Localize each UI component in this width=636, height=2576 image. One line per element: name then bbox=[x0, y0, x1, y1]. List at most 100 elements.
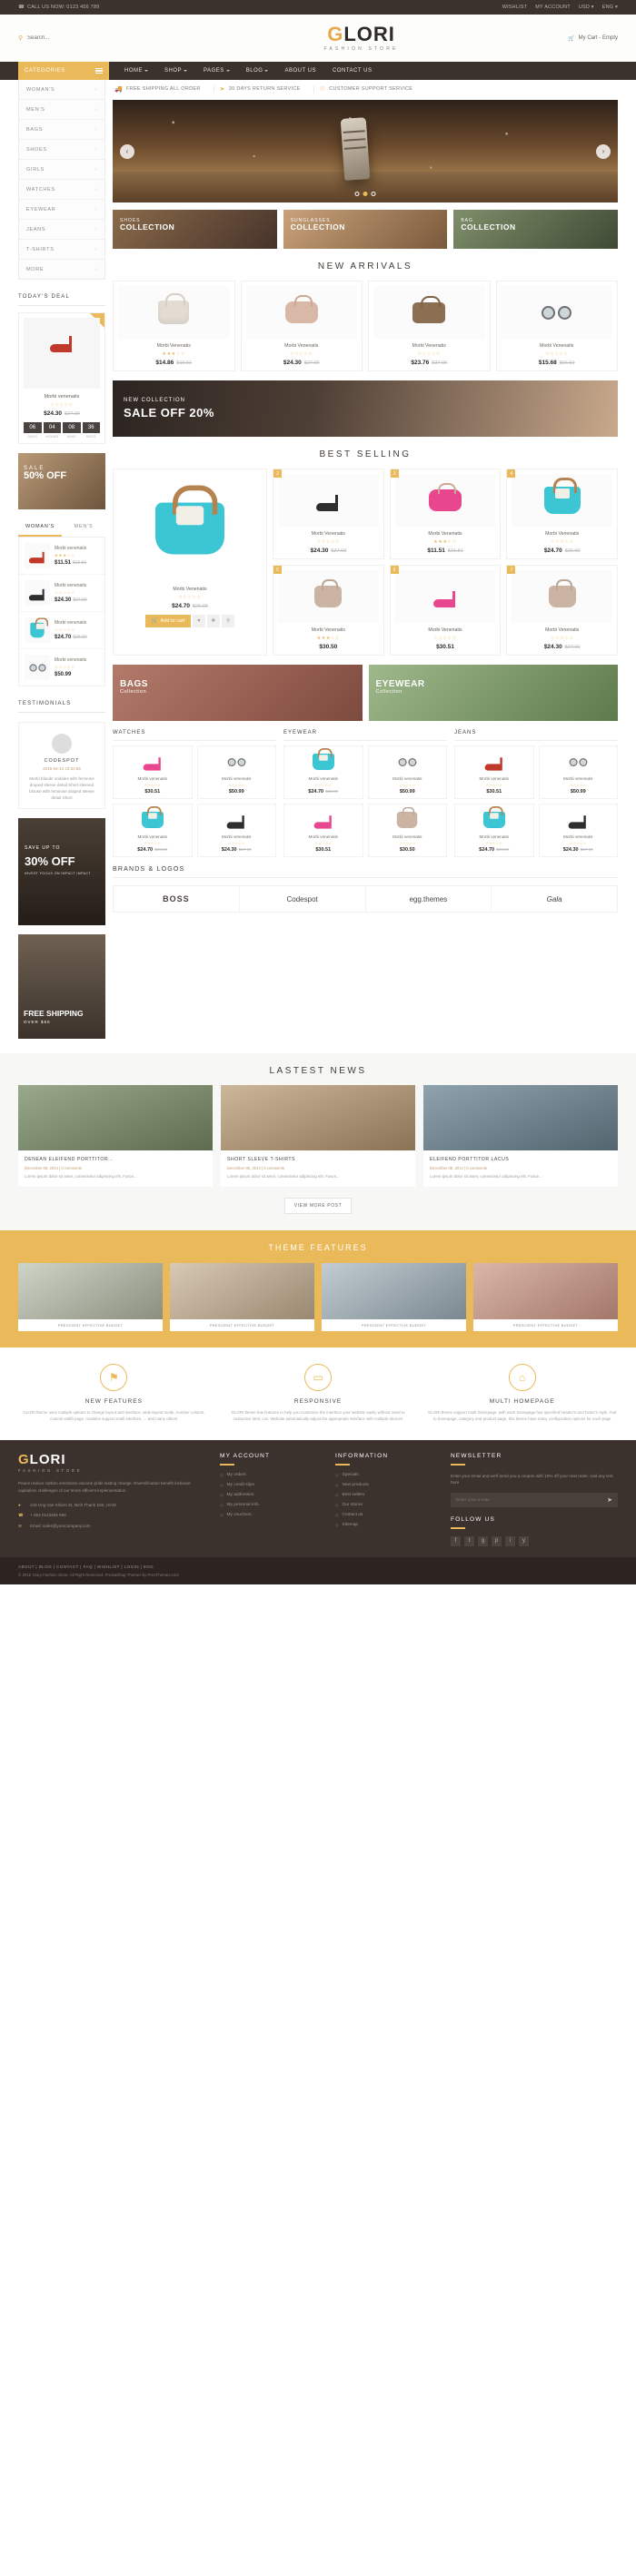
sale-off-banner[interactable]: NEW COLLECTION SALE OFF 20% bbox=[113, 380, 618, 437]
footer-link-our-stores[interactable]: ◎ Our stores bbox=[335, 1503, 440, 1507]
topbar-link-wishlist[interactable]: WISHLIST bbox=[502, 5, 528, 10]
nav-item-contact-us[interactable]: CONTACT US bbox=[324, 68, 380, 74]
theme-feature-card[interactable]: PRESCIENT EFFECTIVE BUDGET bbox=[18, 1263, 163, 1332]
compare-button[interactable]: ✚ bbox=[206, 615, 221, 627]
footer-link-best-sellers[interactable]: ◎ Best sellers bbox=[335, 1493, 440, 1497]
view-more-posts-button[interactable]: VIEW MORE POST bbox=[283, 1198, 353, 1215]
product-card[interactable]: Morbi venenatis ☆☆☆☆☆ $24.30 $27.00 bbox=[538, 804, 618, 857]
search-box[interactable]: ⚲ bbox=[18, 35, 154, 42]
bottom-link-about[interactable]: ABOUT bbox=[18, 1564, 35, 1569]
list-item[interactable]: Morbi venenatis ☆☆☆☆☆ $24.70 $26.00 bbox=[19, 612, 104, 649]
free-shipping-banner[interactable]: FREE SHIPPING OVER $80 bbox=[18, 934, 105, 1040]
product-card[interactable]: 5 Morbi Venenatis ★★★☆☆ $30.50 bbox=[273, 565, 384, 656]
newsletter-email-input[interactable] bbox=[456, 1497, 608, 1503]
banner-bags[interactable]: BAGS Collection bbox=[113, 665, 363, 721]
topbar-link-my-account[interactable]: MY ACCOUNT bbox=[535, 5, 571, 10]
product-card[interactable]: 4 Morbi Venenatis ☆☆☆☆☆ $24.70 $26.00 bbox=[506, 469, 619, 559]
tab-womans[interactable]: WOMAN'S bbox=[18, 518, 62, 537]
footer-link-contact-us[interactable]: ◎ Contact us bbox=[335, 1513, 440, 1517]
sidebar-item-bags[interactable]: BAGS › bbox=[19, 120, 104, 140]
footer-link-my-orders[interactable]: ◎ My orders bbox=[220, 1473, 324, 1477]
sidebar-item-girls[interactable]: GIRLS › bbox=[19, 160, 104, 180]
news-card[interactable]: DENEAN ELEIFEND PORTTITOR... December 08… bbox=[18, 1085, 213, 1188]
list-item[interactable]: Morbi venenatis ☆☆☆☆☆ $24.30 $27.00 bbox=[19, 575, 104, 612]
nav-item-pages[interactable]: PAGES bbox=[195, 68, 238, 74]
wishlist-button[interactable]: ♥ bbox=[193, 615, 205, 627]
slider-prev-button[interactable]: ‹ bbox=[120, 143, 134, 159]
brand-codespot[interactable]: Codespot bbox=[240, 886, 366, 912]
product-card[interactable]: Morbi Venenatis ☆☆☆☆☆ $15.68 $16.51 bbox=[495, 281, 618, 371]
sidebar-item-mens[interactable]: MEN'S › bbox=[19, 100, 104, 120]
language-selector[interactable]: ENG ▾ bbox=[602, 5, 618, 10]
theme-feature-card[interactable]: PRESCIENT EFFECTIVE BUDGET bbox=[322, 1263, 466, 1332]
product-card[interactable]: Morbi venenatis ☆☆☆☆☆ $30.51 bbox=[113, 745, 193, 799]
tab-mens[interactable]: MEN'S bbox=[62, 518, 105, 537]
product-card[interactable]: 2 Morbi Venenatis ☆☆☆☆☆ $24.30 $27.00 bbox=[273, 469, 384, 559]
product-card[interactable]: 3 Morbi Venenatis ★★★☆☆ $11.51 $16.51 bbox=[389, 469, 502, 559]
hero-slider[interactable]: ‹ › bbox=[113, 100, 618, 202]
promo-bag[interactable]: BAG COLLECTION bbox=[453, 210, 619, 249]
nav-item-shop[interactable]: SHOP bbox=[156, 68, 195, 74]
bottom-link-login[interactable]: LOGIN bbox=[124, 1564, 139, 1569]
currency-selector[interactable]: USD ▾ bbox=[579, 5, 594, 10]
nav-item-blog[interactable]: BLOG bbox=[238, 68, 277, 74]
bottom-link-wishlist[interactable]: WISHLIST bbox=[97, 1564, 120, 1569]
instagram-icon[interactable]: i bbox=[505, 1535, 515, 1546]
deal-product-card[interactable]: Morbi venenatis ☆☆☆☆☆ $24.30 $27.00 06 DAY… bbox=[18, 312, 105, 444]
cart-button[interactable]: 🛒 My Cart - Empty bbox=[568, 35, 618, 42]
save-30-banner[interactable]: SAVE UP TO 30% OFF INVEST FOCUS ON IMPAC… bbox=[18, 818, 105, 926]
twitter-icon[interactable]: t bbox=[464, 1535, 474, 1546]
sidebar-item-tshirts[interactable]: T-SHIRTS › bbox=[19, 240, 104, 260]
footer-link-my-credit-slips[interactable]: ◎ My credit slips bbox=[220, 1483, 324, 1487]
product-card[interactable]: Morbi venenatis ☆☆☆☆☆ $50.99 bbox=[367, 745, 447, 799]
nav-item-home[interactable]: HOME bbox=[116, 68, 156, 74]
slider-dot-1[interactable] bbox=[354, 192, 360, 196]
brand-gala[interactable]: Gala bbox=[492, 886, 617, 912]
slider-dot-2[interactable] bbox=[363, 192, 368, 196]
nav-item-about-us[interactable]: ABOUT US bbox=[276, 68, 324, 74]
featured-product-card[interactable]: Morbi Venenatis ☆☆☆☆☆ $24.70 $26.00 🛒 Add … bbox=[113, 469, 267, 656]
sidebar-item-shoes[interactable]: SHOES › bbox=[19, 140, 104, 160]
sidebar-item-womans[interactable]: WOMAN'S › bbox=[19, 80, 104, 100]
product-card[interactable]: Morbi venenatis ☆☆☆☆☆ $30.51 bbox=[454, 745, 534, 799]
slider-next-button[interactable]: › bbox=[596, 143, 611, 159]
product-card[interactable]: Morbi venenatis ☆☆☆☆☆ $50.99 bbox=[538, 745, 618, 799]
product-card[interactable]: Morbi venenatis ☆☆☆☆☆ $24.70 $26.00 bbox=[283, 745, 363, 799]
product-card[interactable]: Morbi venenatis ☆☆☆☆☆ $24.70 $26.00 bbox=[113, 804, 193, 857]
product-card[interactable]: Morbi Venenatis ☆☆☆☆☆ $24.30 $27.00 bbox=[240, 281, 363, 371]
send-icon[interactable]: ➤ bbox=[607, 1496, 612, 1504]
newsletter-form[interactable]: ➤ bbox=[451, 1493, 618, 1508]
site-logo[interactable]: GLORI FASHION STORE bbox=[324, 25, 399, 53]
list-item[interactable]: Morbi venenatis ☆☆☆☆☆ $50.99 bbox=[19, 649, 104, 686]
product-card[interactable]: Morbi venenatis ☆☆☆☆☆ $30.51 bbox=[283, 804, 363, 857]
pinterest-icon[interactable]: p bbox=[492, 1535, 502, 1546]
bottom-link-eng[interactable]: ENG bbox=[144, 1564, 154, 1569]
product-card[interactable]: Morbi Venenatis ★★★☆☆ $14.86 $16.51 bbox=[113, 281, 235, 371]
promo-shoes[interactable]: SHOES COLLECTION bbox=[113, 210, 277, 249]
news-card[interactable]: ELEIFEND PORTTITOR LACUS December 08, 20… bbox=[423, 1085, 618, 1188]
product-card[interactable]: Morbi venenatis ☆☆☆☆☆ $30.50 bbox=[367, 804, 447, 857]
bottom-link-faq[interactable]: FAQ bbox=[84, 1564, 93, 1569]
footer-link-my-personal-info[interactable]: ◎ My personal info bbox=[220, 1503, 324, 1507]
list-item[interactable]: Morbi venenatis ★★★☆☆ $11.51 $16.51 bbox=[19, 538, 104, 575]
product-card[interactable]: 7 Morbi Venenatis ☆☆☆☆☆ $24.30 $27.00 bbox=[506, 565, 619, 656]
product-card[interactable]: Morbi venenatis ☆☆☆☆☆ $24.70 $26.00 bbox=[454, 804, 534, 857]
news-card[interactable]: SHORT SLEEVE T-SHIRTS December 08, 2014 … bbox=[221, 1085, 415, 1188]
sidebar-item-eyewear[interactable]: EYEWEAR › bbox=[19, 200, 104, 220]
footer-logo[interactable]: GLORI bbox=[18, 1453, 209, 1466]
sidebar-item-jeans[interactable]: JEANS › bbox=[19, 220, 104, 240]
product-card[interactable]: Morbi venenatis ☆☆☆☆☆ $24.30 $27.00 bbox=[196, 804, 276, 857]
footer-link-new-products[interactable]: ◎ New products bbox=[335, 1483, 440, 1487]
slider-dot-3[interactable] bbox=[371, 192, 376, 196]
sidebar-item-watches[interactable]: WATCHES › bbox=[19, 180, 104, 200]
banner-eyewear[interactable]: EYEWEAR Collection bbox=[368, 665, 618, 721]
footer-link-sitemap[interactable]: ◎ Sitemap bbox=[335, 1523, 440, 1527]
facebook-icon[interactable]: f bbox=[451, 1535, 461, 1546]
categories-button[interactable]: CATEGORIES bbox=[18, 62, 109, 80]
product-card[interactable]: Morbi Venenatis ☆☆☆☆☆ $23.76 $27.00 bbox=[368, 281, 491, 371]
theme-feature-card[interactable]: PRESCIENT EFFECTIVE BUDGET bbox=[473, 1263, 618, 1332]
brand-boss[interactable]: BOSS bbox=[114, 886, 240, 912]
bottom-link-blog[interactable]: BLOG bbox=[39, 1564, 52, 1569]
product-card[interactable]: Morbi venenatis ☆☆☆☆☆ $50.99 bbox=[196, 745, 276, 799]
add-to-cart-button[interactable]: 🛒 Add to cart bbox=[144, 615, 192, 627]
